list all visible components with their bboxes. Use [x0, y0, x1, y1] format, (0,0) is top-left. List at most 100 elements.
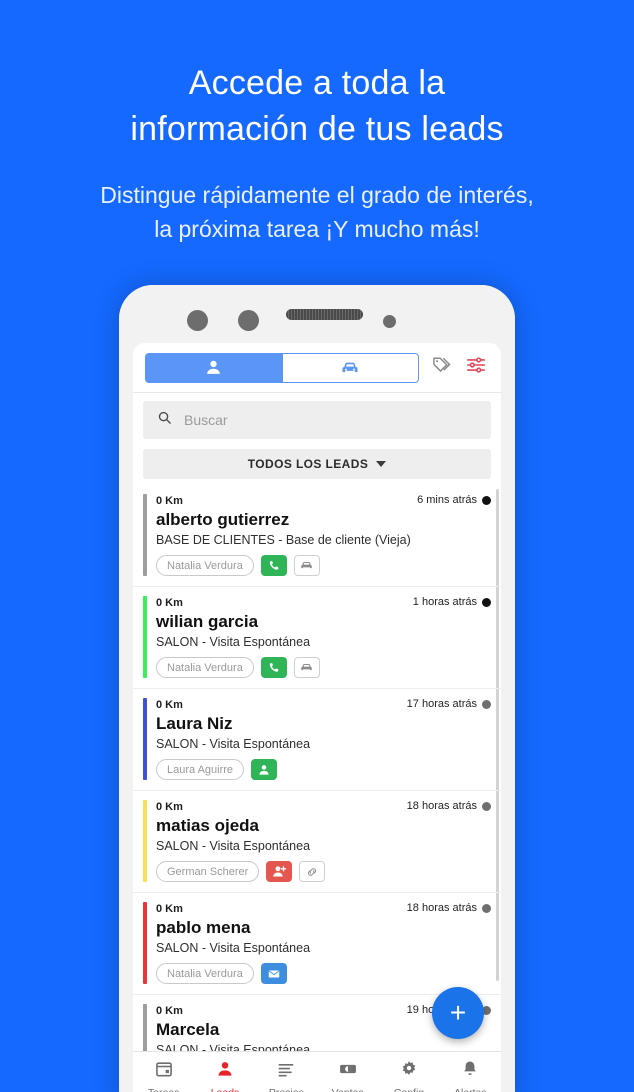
plus-icon: +	[449, 997, 467, 1028]
camera-sensor-icon	[187, 310, 208, 331]
lead-source: SALON - Visita Espontánea	[156, 635, 311, 649]
lead-name: wilian garcia	[156, 612, 259, 631]
lead-actions: Natalia Verdura	[156, 963, 491, 984]
nav-item-leads[interactable]: Leads	[194, 1059, 255, 1092]
lead-status-dot	[482, 801, 491, 811]
lead-row[interactable]: 0 Km wilian garcia SALON - Visita Espontán…	[133, 587, 501, 689]
page-title-line-2: información de tus leads	[130, 110, 504, 148]
lead-meta: 1 horas atrás	[413, 596, 491, 608]
lead-status-bar	[143, 494, 147, 576]
lead-body: 0 Km pablo mena SALON - Visita Espontánea N…	[156, 902, 491, 984]
lead-status-bar	[143, 596, 147, 678]
person-icon	[204, 358, 223, 377]
camera-lens-icon	[238, 310, 259, 331]
lead-actions: Natalia Verdura	[156, 555, 491, 576]
lead-action-phone[interactable]	[260, 555, 287, 576]
lead-timestamp: 6 mins atrás	[417, 494, 477, 506]
search-section: Buscar	[133, 393, 501, 443]
search-bar[interactable]: Buscar	[143, 401, 491, 439]
page-subtitle-line-1: Distingue rápidamente el grado de interé…	[100, 182, 534, 208]
lead-meta: 18 horas atrás	[407, 800, 491, 812]
nav-item-precios[interactable]: Precios	[256, 1059, 317, 1092]
nav-item-tareas[interactable]: Tareas	[133, 1059, 194, 1092]
page-title-line-1: Accede a toda la	[188, 64, 446, 102]
lead-row[interactable]: 0 Km pablo mena SALON - Visita Espontánea N…	[133, 893, 501, 995]
lead-name: Laura Niz	[156, 714, 233, 733]
lead-owner-chip[interactable]: Natalia Verdura	[156, 555, 254, 576]
nav-item-label: Config	[394, 1087, 424, 1092]
filter-button[interactable]	[465, 354, 487, 381]
tune-icon	[465, 354, 487, 381]
phone-top-bezel	[119, 285, 515, 347]
nav-item-label: Precios	[269, 1087, 304, 1092]
lead-status-dot	[482, 597, 491, 607]
lead-name: alberto gutierrez	[156, 510, 290, 529]
hero-copy: Accede a toda la información de tus lead…	[0, 60, 634, 246]
lead-body: 0 Km alberto gutierrez BASE DE CLIENTES - …	[156, 494, 491, 576]
lead-owner-chip[interactable]: German Scherer	[156, 861, 260, 882]
person-icon	[215, 1059, 235, 1084]
leads-filter-section: TODOS LOS LEADS	[133, 443, 501, 485]
nav-item-alertas[interactable]: Alertas	[440, 1059, 501, 1092]
lead-status-bar	[143, 902, 147, 984]
tab-leads-person[interactable]	[145, 352, 283, 383]
lead-action-phone[interactable]	[260, 657, 287, 678]
add-lead-fab[interactable]: +	[432, 987, 484, 1039]
phone-mockup: Buscar TODOS LOS LEADS 0 Km alberto gutie…	[119, 285, 515, 1092]
lead-owner-chip[interactable]: Natalia Verdura	[156, 657, 254, 678]
chevron-down-icon	[376, 461, 387, 467]
calendar-icon	[154, 1059, 174, 1084]
leads-filter-dropdown[interactable]: TODOS LOS LEADS	[143, 449, 491, 479]
bottom-navigation: Tareas Leads Precios Ventas Config Alertas	[133, 1051, 501, 1092]
lead-action-car[interactable]	[293, 657, 320, 678]
tab-vehicles-car[interactable]	[282, 352, 419, 383]
lead-actions: Natalia Verdura	[156, 657, 491, 678]
tags-icon	[431, 354, 453, 381]
car-icon	[340, 358, 360, 378]
lead-timestamp: 18 horas atrás	[406, 800, 477, 812]
nav-item-ventas[interactable]: Ventas	[317, 1059, 378, 1092]
lead-body: 0 Km matias ojeda SALON - Visita Espontáne…	[156, 800, 491, 882]
money-icon	[338, 1059, 358, 1084]
nav-item-config[interactable]: Config	[378, 1059, 439, 1092]
lead-status-dot	[482, 699, 491, 709]
lead-action-person[interactable]	[251, 759, 278, 780]
lead-owner-chip[interactable]: Natalia Verdura	[156, 963, 254, 984]
lead-row[interactable]: 0 Km alberto gutierrez BASE DE CLIENTES - …	[133, 485, 501, 587]
lead-row[interactable]: 0 Km matias ojeda SALON - Visita Espontáne…	[133, 791, 501, 893]
lead-status-dot	[482, 903, 491, 913]
list-icon	[276, 1059, 296, 1084]
lead-row[interactable]: 0 Km Laura Niz SALON - Visita Espontánea La…	[133, 689, 501, 791]
earpiece-speaker-icon	[286, 309, 363, 320]
proximity-sensor-icon	[383, 315, 396, 328]
search-input[interactable]: Buscar	[184, 412, 228, 428]
page-subtitle: Distingue rápidamente el grado de interé…	[0, 178, 634, 246]
lead-action-link[interactable]	[299, 861, 326, 882]
lead-action-person-add[interactable]	[266, 861, 293, 882]
lead-status-bar	[143, 698, 147, 780]
lead-status-dot	[482, 495, 491, 505]
lead-action-mail[interactable]	[260, 963, 287, 984]
tags-button[interactable]	[431, 354, 453, 381]
lead-meta: 17 horas atrás	[407, 698, 491, 710]
lead-source: BASE DE CLIENTES - Base de cliente (Viej…	[156, 533, 411, 547]
nav-item-label: Alertas	[454, 1087, 487, 1092]
lead-owner-chip[interactable]: Laura Aguirre	[156, 759, 245, 780]
gear-icon	[399, 1059, 419, 1084]
nav-item-label: Ventas	[332, 1087, 364, 1092]
lead-actions: Laura Aguirre	[156, 759, 491, 780]
lead-timestamp: 17 horas atrás	[406, 698, 477, 710]
leads-filter-label: TODOS LOS LEADS	[247, 457, 369, 471]
lead-name: pablo mena	[156, 918, 251, 937]
lead-body: 0 Km wilian garcia SALON - Visita Espontán…	[156, 596, 491, 678]
search-icon	[157, 410, 172, 430]
lead-meta: 18 horas atrás	[407, 902, 491, 914]
lead-action-car[interactable]	[293, 555, 320, 576]
bell-icon	[460, 1059, 480, 1084]
phone-screen: Buscar TODOS LOS LEADS 0 Km alberto gutie…	[133, 343, 501, 1092]
lead-body: 0 Km Laura Niz SALON - Visita Espontánea La…	[156, 698, 491, 780]
nav-item-label: Tareas	[148, 1087, 180, 1092]
lead-meta: 6 mins atrás	[417, 494, 491, 506]
lead-timestamp: 18 horas atrás	[406, 902, 477, 914]
page-title: Accede a toda la información de tus lead…	[0, 60, 634, 152]
